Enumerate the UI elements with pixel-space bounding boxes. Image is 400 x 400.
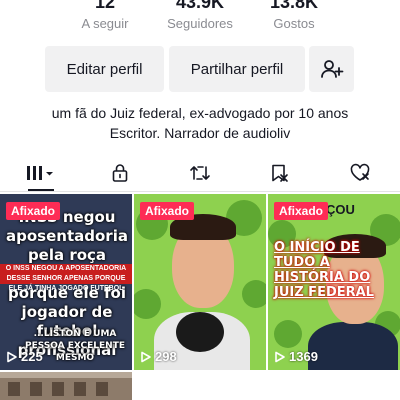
- following-label: A seguir: [81, 16, 129, 31]
- bio-line-2: Escritor. Narrador de audioliv: [109, 125, 291, 141]
- edit-profile-button[interactable]: Editar perfil: [45, 46, 164, 92]
- followers-stat[interactable]: 43.9K Seguidores: [155, 0, 245, 32]
- video-3-overlay-text: O INÍCIO DE TUDO A HISTÓRIA DO JUIZ FEDE…: [274, 240, 374, 300]
- video-1-red-banner: O INSS NEGOU A APOSENTADORIA DESSE SENHO…: [0, 264, 132, 292]
- bio-line-1: um fã do Juiz federal, ex-advogado por 1…: [51, 105, 349, 121]
- video-thumbnail-4[interactable]: [0, 372, 132, 400]
- video-1-play-count: 225: [6, 349, 43, 364]
- play-icon: [7, 351, 17, 362]
- building-background: [0, 378, 132, 400]
- play-icon: [141, 351, 151, 362]
- video-3-play-count: 1369: [274, 349, 318, 364]
- microphone: [176, 312, 224, 352]
- following-stat[interactable]: 12 A seguir: [60, 0, 150, 32]
- play-count-value: 1369: [289, 349, 318, 364]
- video-thumbnail-2[interactable]: Afixado 298: [134, 194, 266, 370]
- tab-private[interactable]: [100, 156, 140, 190]
- add-user-icon: [320, 60, 343, 78]
- person-shirt: [308, 322, 398, 370]
- pinned-badge: Afixado: [6, 202, 61, 220]
- tab-liked[interactable]: [340, 156, 380, 190]
- profile-tabs: [0, 156, 400, 192]
- add-friend-button[interactable]: [309, 46, 354, 92]
- pinned-badge: Afixado: [140, 202, 195, 220]
- likes-count: 13.8K: [269, 0, 319, 12]
- likes-label: Gostos: [273, 16, 315, 31]
- video-grid: INSS negou aposentadoria pela roça desse…: [0, 192, 400, 400]
- grid-icon: [27, 166, 53, 180]
- video-3-top-text: ÇOU: [326, 202, 355, 217]
- pinned-badge: Afixado: [274, 202, 329, 220]
- video-2-play-count: 298: [140, 349, 177, 364]
- tab-reposts[interactable]: [180, 156, 220, 190]
- play-icon: [275, 351, 285, 362]
- play-count-value: 298: [155, 349, 177, 364]
- play-count-value: 225: [21, 349, 43, 364]
- likes-stat[interactable]: 13.8K Gostos: [249, 0, 339, 32]
- share-profile-button[interactable]: Partilhar perfil: [169, 46, 305, 92]
- repost-icon: [190, 166, 210, 180]
- video-thumbnail-3[interactable]: ÇOU O INÍCIO DE TUDO A HISTÓRIA DO JUIZ …: [268, 194, 400, 370]
- lock-icon: [112, 164, 128, 182]
- tab-favorites[interactable]: [260, 156, 300, 190]
- followers-label: Seguidores: [167, 16, 233, 31]
- video-thumbnail-1[interactable]: INSS negou aposentadoria pela roça desse…: [0, 194, 132, 370]
- liked-heart-icon: [350, 163, 370, 181]
- bookmark-icon: [272, 164, 288, 182]
- profile-bio: um fã do Juiz federal, ex-advogado por 1…: [0, 103, 400, 143]
- followers-count: 43.9K: [175, 0, 225, 12]
- profile-stats: 12 A seguir 43.9K Seguidores 13.8K Gosto…: [0, 0, 400, 36]
- tab-videos[interactable]: [10, 156, 70, 191]
- following-count: 12: [94, 0, 116, 12]
